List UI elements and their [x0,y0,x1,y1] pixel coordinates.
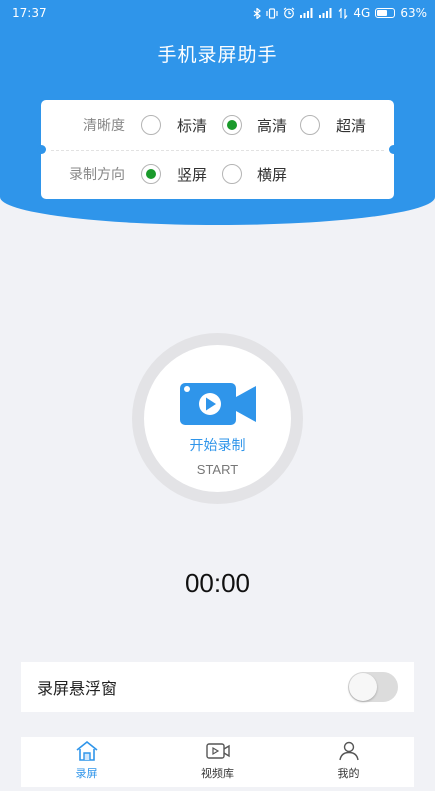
toggle-knob [349,673,377,701]
settings-card: 清晰度 标清 高清 超清 录制方向 竖屏 横屏 [37,100,398,199]
bottom-tab-bar: 录屏 视频库 我的 [21,737,414,787]
battery-icon [375,8,396,18]
video-camera-icon [179,383,256,425]
record-label: 开始录制 [189,438,246,454]
bluetooth-icon [254,7,262,19]
tab-video-library[interactable]: 视频库 [152,737,283,787]
card-divider [51,150,384,151]
signal-icon [300,8,313,18]
quality-radio-high[interactable] [222,115,243,135]
record-timer: 00:00 [184,568,251,598]
tab-record-label: 录屏 [75,767,98,780]
quality-row: 清晰度 标清 高清 超清 [41,112,394,138]
card-notch-left [37,145,46,154]
tab-me[interactable]: 我的 [283,737,414,787]
tab-video-library-label: 视频库 [201,767,234,780]
data-transfer-icon [338,7,348,19]
card-notch-right [389,145,398,154]
quality-option-standard[interactable]: 标清 [177,115,207,136]
status-bar: 17:37 4G 63% [0,0,435,26]
status-time: 17:37 [12,6,47,20]
quality-radio-ultra[interactable] [300,115,321,135]
app-title: 手机录屏助手 [157,44,278,66]
alarm-icon [284,7,295,19]
tab-me-label: 我的 [337,767,360,780]
orientation-label: 录制方向 [69,167,125,183]
record-button[interactable]: 开始录制 START [132,333,303,504]
quality-option-high[interactable]: 高清 [257,115,287,136]
status-icons: 4G 63% [253,6,427,20]
vibrate-icon [266,7,278,19]
floating-window-toggle[interactable] [348,672,398,702]
orientation-row: 录制方向 竖屏 横屏 [41,161,394,187]
orientation-option-landscape[interactable]: 横屏 [257,164,287,185]
battery-percent: 63% [400,6,427,20]
network-type: 4G [353,6,371,20]
quality-radio-standard[interactable] [141,115,161,135]
orientation-option-portrait[interactable]: 竖屏 [177,164,207,185]
person-icon [338,741,359,761]
signal-icon-2 [319,8,332,18]
floating-window-row: 录屏悬浮窗 [21,662,414,712]
orientation-radio-landscape[interactable] [222,164,243,184]
quality-option-ultra[interactable]: 超清 [336,115,366,136]
video-library-icon [205,743,230,759]
orientation-radio-portrait[interactable] [141,164,161,184]
quality-label: 清晰度 [83,118,125,134]
tab-record[interactable]: 录屏 [21,737,152,787]
record-sub-label: START [196,462,239,477]
floating-window-label: 录屏悬浮窗 [37,679,118,698]
record-button-inner[interactable]: 开始录制 START [144,345,291,492]
home-icon [76,740,97,761]
